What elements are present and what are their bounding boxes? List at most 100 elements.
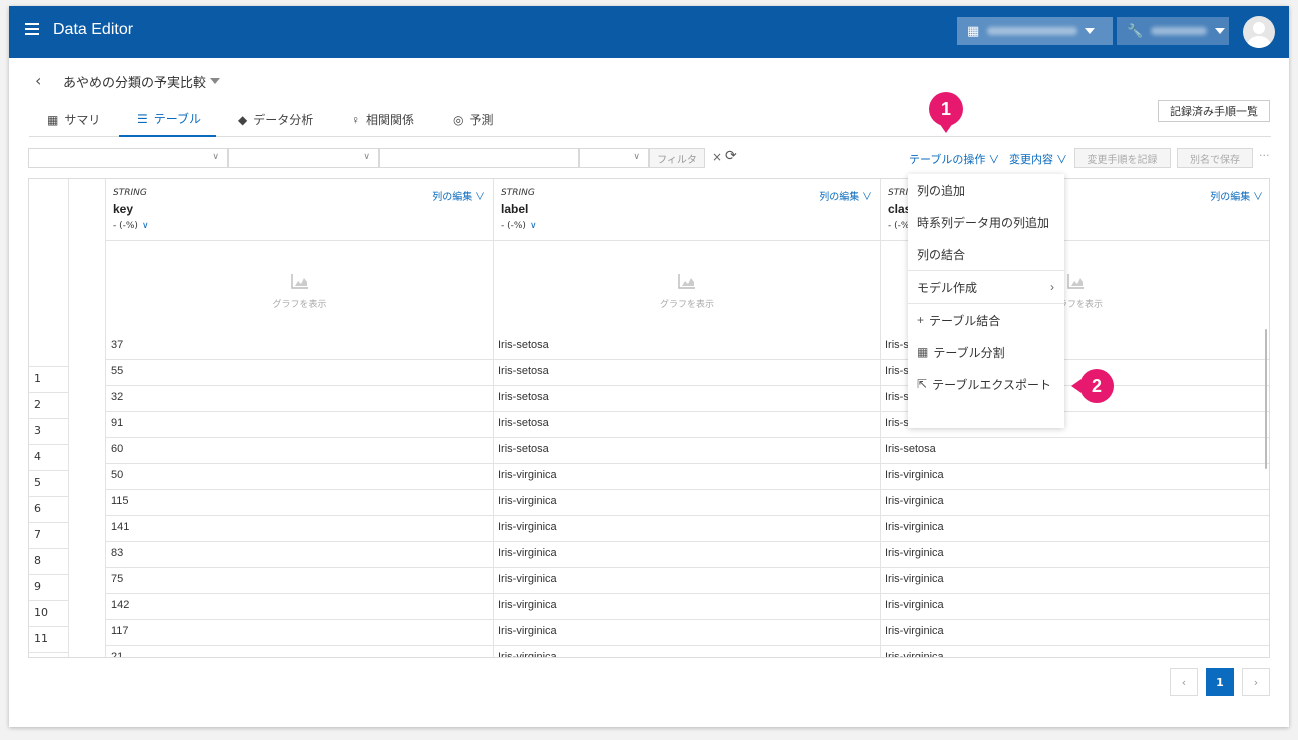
edit-column-link[interactable]: 列の編集 ∨ [819,188,872,203]
filter-button[interactable]: フィルタ [649,148,705,168]
cell-key: 142 [111,599,130,611]
row-number: 2 [34,398,41,411]
chevron-down-icon [1215,28,1226,34]
pagination-next-button[interactable]: › [1242,668,1270,696]
cell-label: Iris-virginica [498,469,557,481]
grid-line [29,444,68,445]
filter-mode-select[interactable]: ∨ [579,148,649,168]
grid-line [105,593,1269,594]
cell-key: 55 [111,365,124,377]
organization-selector[interactable]: ▦ [957,17,1113,45]
grid-line [29,496,68,497]
grid-line [29,418,68,419]
row-number: 6 [34,502,41,515]
chevron-down-icon: ∨ [1053,154,1068,166]
cell-key: 50 [111,469,124,481]
app-title: Data Editor [53,21,134,38]
changes-menu[interactable]: 変更内容 ∨ [1009,151,1067,167]
chevron-down-icon[interactable]: ∨ [530,221,537,231]
cell-label: Iris-setosa [498,339,549,351]
tab-correlation[interactable]: ♀ 相関関係 [351,102,414,137]
record-steps-button[interactable]: 変更手順を記録 [1074,148,1171,168]
cell-label: Iris-setosa [498,365,549,377]
avatar[interactable] [1243,16,1275,48]
chevron-down-icon: ∨ [212,152,219,162]
column-select[interactable]: ∨ [28,148,228,168]
tab-table[interactable]: ☰ テーブル [119,102,216,137]
grid-line [29,470,68,471]
cell-label: Iris-virginica [498,573,557,585]
menu-item-export-table[interactable]: ⇱ テーブルエクスポート [908,368,1064,400]
cell-class: Iris-virginica [885,651,944,658]
grid-line [105,541,1269,542]
cell-label: Iris-virginica [498,651,557,658]
clear-filter-icon[interactable]: × [712,150,722,164]
cell-class: Iris-setosa [885,443,936,455]
cell-label: Iris-setosa [498,443,549,455]
grid-line [29,392,68,393]
grid-line [105,515,1269,516]
organization-name-redacted [987,27,1078,35]
save-as-button[interactable]: 別名で保存 [1177,148,1253,168]
cell-key: 91 [111,417,124,429]
cell-key: 60 [111,443,124,455]
grid-line [105,411,1269,412]
tab-data-analysis[interactable]: ◆ データ分析 [238,102,313,137]
tab-prediction[interactable]: ◎ 予測 [453,102,494,137]
split-grid-icon: ▦ [917,345,929,359]
workspace-selector[interactable]: 🔧 [1117,17,1229,45]
recorded-steps-button[interactable]: 記録済み手順一覧 [1158,100,1270,122]
chevron-down-icon [1085,28,1096,34]
column-header-key: STRING key - (-%) ∨ 列の編集 ∨ [113,188,485,231]
plus-icon: + [917,313,925,327]
filter-value-input[interactable] [379,148,579,168]
grid-line [29,600,68,601]
edit-column-link[interactable]: 列の編集 ∨ [1210,188,1263,203]
hamburger-menu-icon[interactable] [25,23,39,37]
cell-key: 115 [111,495,129,507]
cell-key: 21 [111,651,124,658]
pagination-prev-button[interactable]: ‹ [1170,668,1198,696]
cell-class: Iris-virginica [885,573,944,585]
grid-line [105,489,1269,490]
show-graph-button[interactable]: グラフを表示 [106,241,493,333]
cell-key: 75 [111,573,124,585]
workspace-name-redacted [1151,27,1208,35]
menu-item-add-column[interactable]: 列の追加 [908,174,1064,206]
menu-item-add-timeseries-column[interactable]: 時系列データ用の列追加 [908,206,1064,238]
bar-chart-icon [678,274,695,289]
operator-select[interactable]: ∨ [228,148,379,168]
show-graph-button[interactable]: グラフを表示 [494,241,880,333]
chevron-down-icon: ∨ [1250,192,1263,203]
title-caret-icon[interactable] [210,78,220,84]
cell-class: Iris-virginica [885,469,944,481]
refresh-icon[interactable]: ⟳ [725,148,737,164]
row-number: 11 [34,632,48,645]
cell-class: Iris-virginica [885,495,944,507]
menu-item-merge-columns[interactable]: 列の結合 [908,238,1064,270]
edit-column-link[interactable]: 列の編集 ∨ [432,188,485,203]
cell-class: Iris-virginica [885,547,944,559]
cell-class: Iris-virginica [885,521,944,533]
chevron-down-icon[interactable]: ∨ [142,221,149,231]
grid-icon: ▦ [47,112,59,127]
vertical-scrollbar[interactable] [1265,329,1267,469]
menu-item-split-table[interactable]: ▦ テーブル分割 [908,336,1064,368]
cell-key: 32 [111,391,124,403]
tab-summary[interactable]: ▦ サマリ [47,102,100,137]
menu-item-create-model[interactable]: モデル作成 › [908,271,1064,303]
menu-item-join-tables[interactable]: + テーブル結合 [908,304,1064,336]
more-options-icon[interactable]: ··· [1259,149,1270,162]
back-chevron-icon[interactable]: ‹ [35,71,41,90]
pagination-page-button[interactable]: 1 [1206,668,1234,696]
building-icon: ▦ [967,23,980,39]
cell-label: Iris-virginica [498,521,557,533]
chevron-down-icon: ∨ [633,152,640,162]
row-number: 4 [34,450,41,463]
export-icon: ⇱ [917,377,928,391]
grid-line [105,463,1269,464]
table-operations-menu[interactable]: テーブルの操作 ∨ [909,151,999,167]
cell-class: Iris-virginica [885,625,944,637]
grid-line [105,437,1269,438]
grid-line [29,652,68,653]
